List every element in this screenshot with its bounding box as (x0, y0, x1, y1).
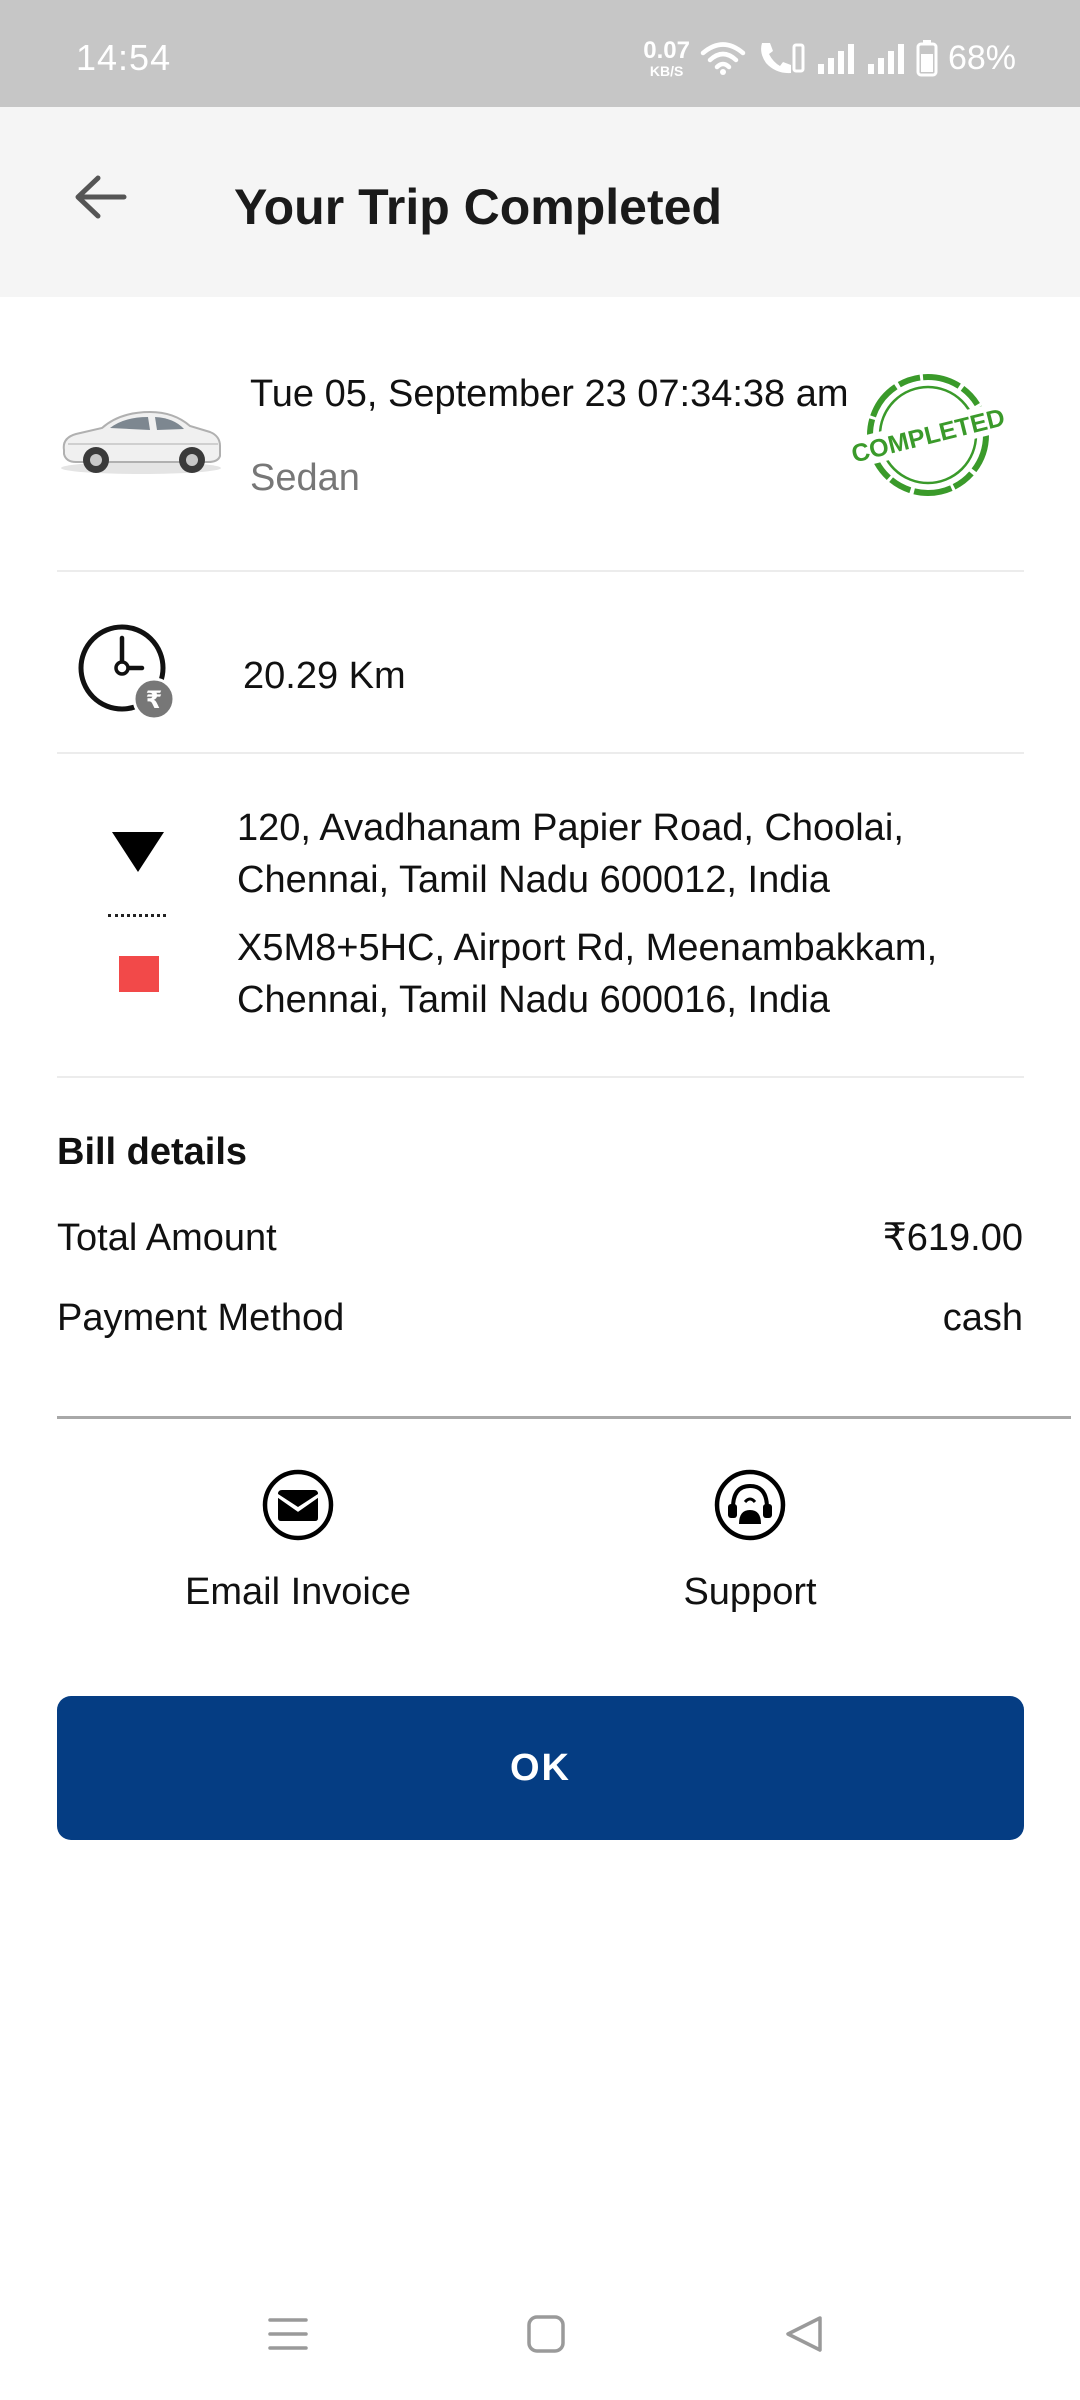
status-icons: 0.07 KB/S 68% (643, 36, 1016, 80)
payment-method-label: Payment Method (57, 1297, 345, 1339)
back-triangle-icon (786, 2316, 822, 2352)
home-button[interactable] (516, 2304, 576, 2364)
completed-stamp: COMPLETED (849, 374, 1008, 496)
pickup-triangle-icon (112, 832, 164, 872)
total-amount-value: ₹619.00 (882, 1217, 1023, 1259)
app-bar: Your Trip Completed (0, 107, 1080, 297)
network-speed-value: 0.07 (643, 36, 690, 64)
trip-datetime: Tue 05, September 23 07:34:38 am (250, 373, 849, 415)
status-time: 14:54 (76, 37, 172, 78)
status-bar: 14:54 0.07 KB/S 68% (0, 0, 1080, 107)
wifi-calling-icon (761, 43, 805, 74)
ok-button[interactable]: OK (57, 1696, 1024, 1840)
bill-details-title: Bill details (57, 1131, 248, 1173)
trip-distance: 20.29 Km (243, 655, 406, 697)
clock-rupee-icon: ₹ (78, 624, 176, 721)
svg-text:₹: ₹ (146, 686, 163, 714)
email-icon (262, 1469, 334, 1541)
sedan-car-icon (61, 410, 221, 474)
wifi-icon (700, 42, 746, 75)
home-square-icon (527, 2315, 565, 2353)
divider (57, 570, 1024, 572)
pickup-address: 120, Avadhanam Papier Road, Choolai, Che… (237, 807, 904, 901)
network-speed: 0.07 KB/S (643, 36, 690, 79)
back-button[interactable] (60, 157, 140, 237)
menu-icon (268, 2318, 308, 2350)
email-invoice-label: Email Invoice (185, 1571, 411, 1613)
page-title: Your Trip Completed (234, 179, 722, 235)
drop-address: X5M8+5HC, Airport Rd, Meenambakkam, Chen… (237, 927, 938, 1021)
divider (57, 752, 1024, 754)
battery-percent: 68% (947, 39, 1016, 77)
total-amount-label: Total Amount (57, 1217, 277, 1259)
network-speed-unit: KB/S (649, 62, 684, 79)
recent-apps-button[interactable] (258, 2304, 318, 2364)
drop-square-icon (119, 956, 159, 992)
back-nav-button[interactable] (774, 2304, 834, 2364)
vehicle-type: Sedan (250, 457, 360, 499)
headset-support-icon (714, 1469, 786, 1541)
signal-icon (867, 44, 904, 74)
support-button[interactable]: Support (590, 1468, 910, 1638)
bill-divider (57, 1416, 1071, 1419)
arrow-left-icon (75, 175, 127, 219)
signal-icon (817, 44, 854, 74)
payment-method-value: cash (942, 1297, 1023, 1339)
email-invoice-button[interactable]: Email Invoice (138, 1468, 458, 1638)
battery-icon (916, 40, 938, 77)
support-label: Support (683, 1571, 817, 1613)
divider (57, 1076, 1024, 1078)
route-connector (108, 914, 166, 917)
